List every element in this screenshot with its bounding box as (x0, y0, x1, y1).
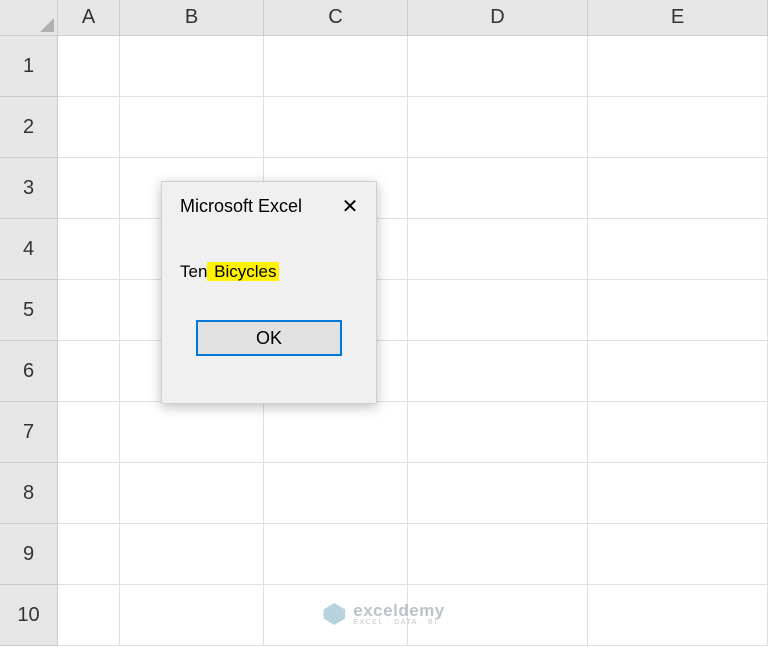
message-text-highlight: Bicycles (207, 262, 278, 281)
column-headers-row: A B C D E (58, 0, 768, 36)
row-header-2[interactable]: 2 (0, 97, 58, 158)
col-header-b[interactable]: B (120, 0, 264, 36)
col-header-d[interactable]: D (408, 0, 588, 36)
cell[interactable] (58, 524, 120, 585)
row-header-4[interactable]: 4 (0, 219, 58, 280)
watermark-main: exceldemy (353, 602, 444, 619)
row-header-3[interactable]: 3 (0, 158, 58, 219)
cell[interactable] (408, 158, 588, 219)
cell[interactable] (58, 219, 120, 280)
cell[interactable] (408, 341, 588, 402)
col-e-cells (588, 36, 768, 648)
dialog-footer: OK (162, 302, 376, 376)
cell[interactable] (408, 97, 588, 158)
cell[interactable] (408, 280, 588, 341)
cell[interactable] (120, 402, 264, 463)
dialog-title: Microsoft Excel (180, 196, 302, 217)
cell[interactable] (408, 36, 588, 97)
col-a-cells (58, 36, 120, 648)
select-all-corner[interactable] (0, 0, 58, 36)
col-header-c[interactable]: C (264, 0, 408, 36)
dialog-message: Ten Bicycles (162, 226, 376, 302)
cell[interactable] (120, 524, 264, 585)
cell[interactable] (58, 36, 120, 97)
watermark-sub: EXCEL · DATA · BI (353, 619, 444, 626)
cell[interactable] (58, 97, 120, 158)
cell[interactable] (264, 463, 408, 524)
watermark-text: exceldemy EXCEL · DATA · BI (353, 602, 444, 626)
row-header-5[interactable]: 5 (0, 280, 58, 341)
row-headers-column: 1 2 3 4 5 6 7 8 9 10 (0, 0, 58, 648)
message-text-prefix: Ten (180, 262, 207, 281)
col-header-a[interactable]: A (58, 0, 120, 36)
spreadsheet-grid: 1 2 3 4 5 6 7 8 9 10 A B C D E (0, 0, 768, 648)
row-header-1[interactable]: 1 (0, 36, 58, 97)
row-header-7[interactable]: 7 (0, 402, 58, 463)
close-icon[interactable]: ✕ (336, 192, 364, 220)
cell[interactable] (588, 524, 768, 585)
row-header-9[interactable]: 9 (0, 524, 58, 585)
cell[interactable] (588, 463, 768, 524)
ok-button[interactable]: OK (196, 320, 342, 356)
cell[interactable] (120, 36, 264, 97)
cell[interactable] (58, 280, 120, 341)
cell[interactable] (408, 402, 588, 463)
cell[interactable] (264, 36, 408, 97)
cell[interactable] (264, 402, 408, 463)
cell[interactable] (58, 402, 120, 463)
cell[interactable] (588, 97, 768, 158)
message-dialog: Microsoft Excel ✕ Ten Bicycles OK (161, 181, 377, 404)
cell[interactable] (120, 463, 264, 524)
row-header-10[interactable]: 10 (0, 585, 58, 646)
cell[interactable] (58, 341, 120, 402)
cell[interactable] (120, 97, 264, 158)
cell[interactable] (408, 463, 588, 524)
row-header-8[interactable]: 8 (0, 463, 58, 524)
col-header-e[interactable]: E (588, 0, 768, 36)
cell[interactable] (58, 463, 120, 524)
cell[interactable] (408, 524, 588, 585)
cell[interactable] (588, 280, 768, 341)
cell[interactable] (588, 341, 768, 402)
watermark: exceldemy EXCEL · DATA · BI (323, 602, 444, 626)
cell[interactable] (588, 219, 768, 280)
cell[interactable] (58, 158, 120, 219)
dialog-titlebar[interactable]: Microsoft Excel ✕ (162, 182, 376, 226)
cell[interactable] (264, 97, 408, 158)
cell[interactable] (588, 36, 768, 97)
cell[interactable] (58, 585, 120, 646)
cell[interactable] (408, 219, 588, 280)
col-d-cells (408, 36, 588, 648)
cell[interactable] (588, 402, 768, 463)
cell[interactable] (264, 524, 408, 585)
watermark-logo-icon (323, 603, 345, 625)
cell[interactable] (120, 585, 264, 646)
cell[interactable] (588, 585, 768, 646)
cell[interactable] (588, 158, 768, 219)
row-header-6[interactable]: 6 (0, 341, 58, 402)
